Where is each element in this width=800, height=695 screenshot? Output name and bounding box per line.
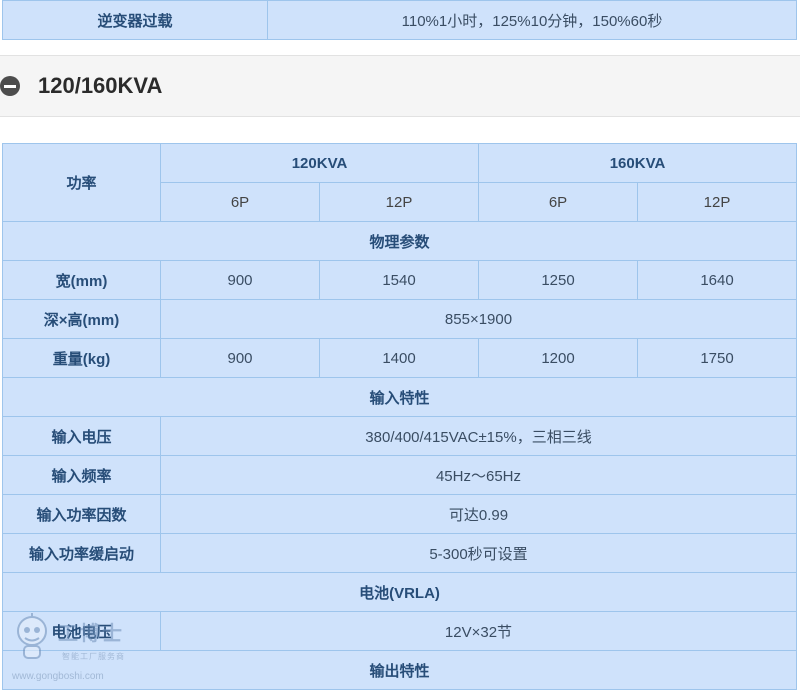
table-cell: 1250: [478, 260, 638, 300]
overload-table: 逆变器过载 110%1小时，125%10分钟，150%60秒: [2, 0, 797, 40]
table-cell: 1400: [319, 338, 479, 378]
variant-header: 6P: [160, 182, 320, 222]
table-row: 宽(mm) 900 1540 1250 1640: [2, 260, 797, 300]
minus-circle-icon[interactable]: [0, 76, 20, 96]
table-cell: 855×1900: [160, 299, 797, 339]
table-cell: 1200: [478, 338, 638, 378]
table-row: 重量(kg) 900 1400 1200 1750: [2, 338, 797, 378]
table-cell: 5-300秒可设置: [160, 533, 797, 573]
model-header-120kva: 120KVA: [160, 143, 479, 183]
table-row: 输入电压 380/400/415VAC±15%，三相三线: [2, 416, 797, 456]
table-row: 物理参数: [2, 221, 797, 261]
table-cell: 1750: [637, 338, 797, 378]
table-row: 电池(VRLA): [2, 572, 797, 612]
table-cell: 900: [160, 338, 320, 378]
row-label: 电池电压: [2, 611, 161, 651]
table-cell: 900: [160, 260, 320, 300]
inverter-overload-value: 110%1小时，125%10分钟，150%60秒: [267, 0, 797, 40]
group-header-output: 输出特性: [2, 650, 797, 690]
table-row: 输入频率 45Hz～65Hz: [2, 455, 797, 495]
table-row: 功率 120KVA 160KVA: [2, 143, 797, 222]
table-cell: 1640: [637, 260, 797, 300]
section-title: 120/160KVA: [38, 73, 163, 98]
table-row: 输入功率缓启动 5-300秒可设置: [2, 533, 797, 573]
model-header-160kva: 160KVA: [478, 143, 797, 183]
row-label: 宽(mm): [2, 260, 161, 300]
spec-table: 功率 120KVA 160KVA 6P 12P 6P 12P 物理参数 宽(mm…: [2, 143, 797, 690]
row-label: 输入频率: [2, 455, 161, 495]
table-cell: 1540: [319, 260, 479, 300]
power-header: 功率: [2, 143, 161, 222]
row-label: 输入功率缓启动: [2, 533, 161, 573]
variant-header: 12P: [637, 182, 797, 222]
table-row: 逆变器过载 110%1小时，125%10分钟，150%60秒: [2, 0, 797, 40]
table-row: 输出特性: [2, 650, 797, 690]
table-cell: 45Hz～65Hz: [160, 455, 797, 495]
group-header-battery: 电池(VRLA): [2, 572, 797, 612]
table-cell: 12V×32节: [160, 611, 797, 651]
table-row: 深×高(mm) 855×1900: [2, 299, 797, 339]
row-label: 输入电压: [2, 416, 161, 456]
row-label: 重量(kg): [2, 338, 161, 378]
group-header-physical: 物理参数: [2, 221, 797, 261]
row-label: 深×高(mm): [2, 299, 161, 339]
table-row: 输入功率因数 可达0.99: [2, 494, 797, 534]
variant-header: 12P: [319, 182, 479, 222]
group-header-input: 输入特性: [2, 377, 797, 417]
table-cell: 可达0.99: [160, 494, 797, 534]
table-row: 电池电压 12V×32节: [2, 611, 797, 651]
table-row: 输入特性: [2, 377, 797, 417]
variant-header: 6P: [478, 182, 638, 222]
table-cell: 380/400/415VAC±15%，三相三线: [160, 416, 797, 456]
section-header[interactable]: 120/160KVA: [0, 55, 800, 117]
inverter-overload-label: 逆变器过载: [2, 0, 268, 40]
row-label: 输入功率因数: [2, 494, 161, 534]
